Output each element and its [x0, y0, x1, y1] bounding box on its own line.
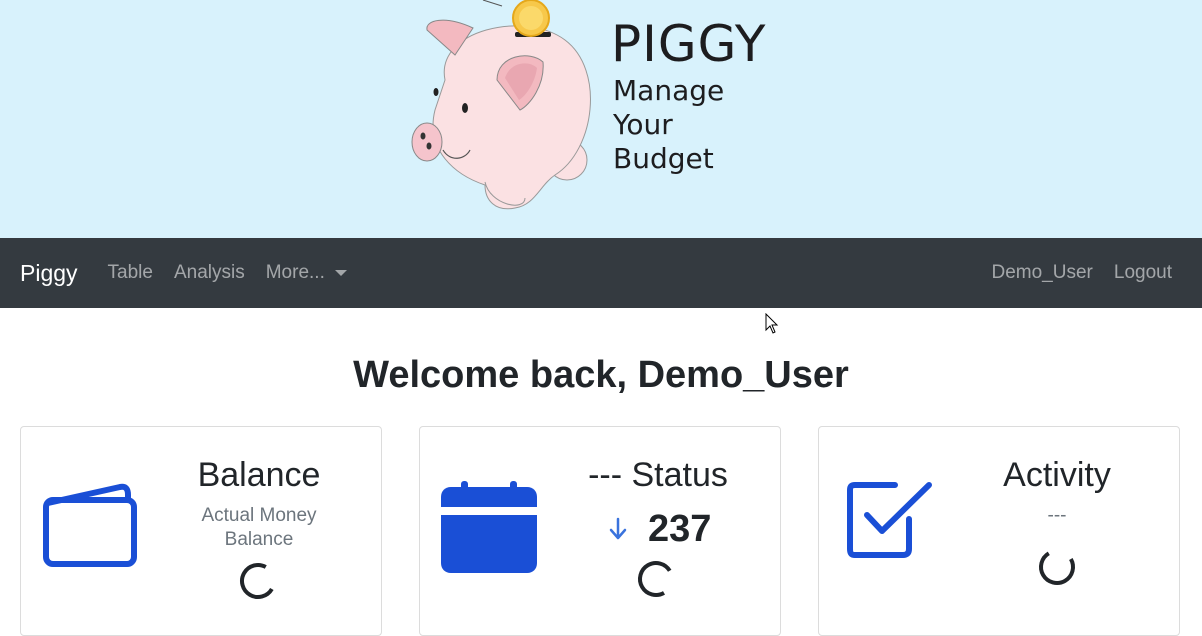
loading-spinner-icon — [638, 561, 674, 597]
wallet-icon — [43, 483, 137, 567]
arrow-down-icon — [609, 517, 627, 540]
calendar-icon — [441, 481, 537, 573]
navbar-right: Demo_User Logout — [992, 262, 1183, 284]
balance-card: Balance Actual Money Balance — [20, 426, 382, 636]
status-card: --- Status 237 — [419, 426, 781, 636]
hero-banner: PIGGY Manage Your Budget — [0, 0, 1202, 238]
status-value-row: 237 — [608, 507, 711, 551]
navbar-brand[interactable]: Piggy — [20, 260, 78, 287]
logo-tagline-1: Manage — [613, 74, 725, 107]
mouse-pointer-icon — [765, 313, 779, 334]
nav-dropdown-more-label: More... — [265, 262, 325, 283]
welcome-heading: Welcome back, Demo_User — [353, 354, 849, 396]
activity-title: Activity — [1003, 456, 1111, 494]
nav-link-logout[interactable]: Logout — [1114, 262, 1172, 284]
caret-down-icon — [334, 270, 347, 276]
balance-title: Balance — [197, 456, 321, 494]
logo-tagline-2: Your — [613, 108, 673, 141]
balance-subtitle-line1: Actual Money — [201, 505, 317, 526]
loading-spinner-icon — [240, 563, 276, 599]
logo-title: PIGGY — [611, 15, 767, 73]
nav-link-user[interactable]: Demo_User — [992, 262, 1093, 284]
status-title: --- Status — [588, 456, 728, 494]
status-value: 237 — [648, 508, 712, 550]
activity-subtitle: --- — [1047, 505, 1067, 526]
nav-link-table[interactable]: Table — [108, 262, 153, 284]
loading-spinner-icon — [1039, 549, 1075, 585]
balance-subtitle-line2: Balance — [224, 529, 294, 550]
nav-dropdown-more[interactable]: More... — [266, 262, 347, 284]
logo-tagline-3: Budget — [613, 142, 714, 175]
activity-card: Activity --- — [818, 426, 1180, 636]
piggy-bank-logo — [411, 0, 591, 210]
logo-text: PIGGY Manage Your Budget — [611, 14, 766, 176]
check-square-icon — [847, 482, 932, 558]
top-navbar: Piggy Table Analysis More... Demo_User L… — [0, 238, 1202, 308]
nav-link-analysis[interactable]: Analysis — [174, 262, 245, 284]
